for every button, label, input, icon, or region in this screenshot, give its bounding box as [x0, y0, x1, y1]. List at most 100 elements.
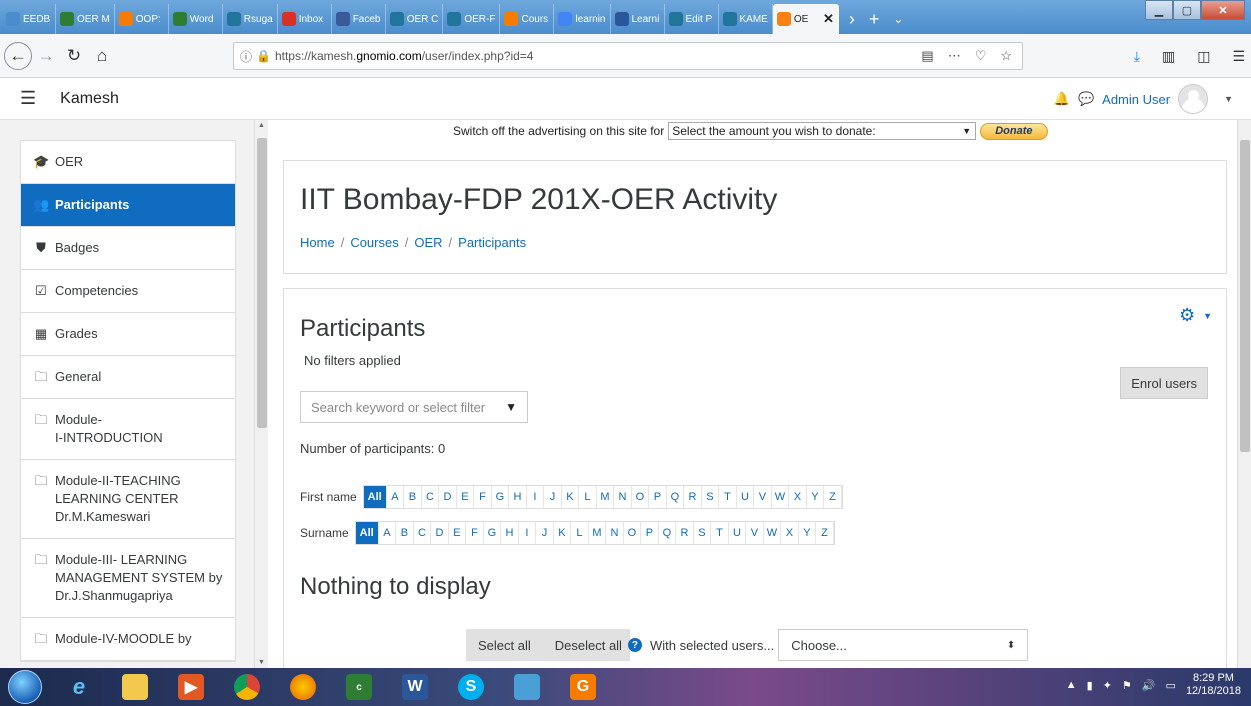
initial-letter[interactable]: D — [431, 522, 449, 544]
browser-tab[interactable]: learnin — [554, 4, 611, 34]
initial-letter[interactable]: J — [544, 486, 562, 508]
initial-letter[interactable]: L — [579, 486, 597, 508]
browser-tab[interactable]: Faceb — [332, 4, 386, 34]
initial-letter[interactable]: Y — [799, 522, 817, 544]
reload-icon[interactable]: ↻ — [60, 42, 88, 70]
sidebar-item[interactable]: ☑ Competencies — [21, 270, 235, 313]
initial-letter[interactable]: H — [509, 486, 527, 508]
breadcrumb-link[interactable]: Home — [300, 235, 335, 250]
sidebar-item[interactable]: 🗀 Module- I-INTRODUCTION — [21, 399, 235, 460]
sidebar-item[interactable]: ▦ Grades — [21, 313, 235, 356]
firefox-icon[interactable] — [278, 671, 328, 703]
minimize-button[interactable]: ▁ — [1145, 0, 1173, 20]
initial-letter[interactable]: O — [632, 486, 650, 508]
initial-letter[interactable]: V — [754, 486, 772, 508]
initial-letter[interactable]: H — [501, 522, 519, 544]
system-clock[interactable]: 8:29 PM 12/18/2018 — [1186, 672, 1241, 698]
initial-all[interactable]: All — [355, 522, 379, 544]
flag-icon[interactable]: ⚑ — [1122, 679, 1132, 692]
sidebar-item[interactable]: 🗀 Module-IV-MOODLE by — [21, 618, 235, 661]
initial-letter[interactable]: L — [571, 522, 589, 544]
skype-icon[interactable]: S — [446, 671, 496, 703]
pdf-reader-icon[interactable]: G — [558, 671, 608, 703]
initial-letter[interactable]: P — [641, 522, 659, 544]
network-icon[interactable]: ▮ — [1087, 679, 1093, 692]
page-actions-icon[interactable]: ⋯ — [948, 48, 961, 64]
browser-tab[interactable]: Word — [169, 4, 223, 34]
chrome-icon[interactable] — [222, 671, 272, 703]
user-menu-name[interactable]: Admin User — [1102, 92, 1170, 107]
initial-letter[interactable]: I — [519, 522, 537, 544]
browser-tab[interactable]: Cours — [500, 4, 555, 34]
initial-letter[interactable]: J — [536, 522, 554, 544]
initial-letter[interactable]: K — [562, 486, 580, 508]
dropbox-icon[interactable]: ✦ — [1103, 679, 1112, 692]
tab-list-chevron-icon[interactable]: ⌄ — [893, 12, 903, 26]
word-icon[interactable]: W — [390, 671, 440, 703]
browser-tab[interactable]: Edit P — [665, 4, 719, 34]
notification-bell-icon[interactable]: 🔔 — [1054, 91, 1070, 107]
codeblocks-icon[interactable]: c — [334, 671, 384, 703]
initial-all[interactable]: All — [363, 486, 387, 508]
initial-letter[interactable]: B — [396, 522, 414, 544]
breadcrumb-link[interactable]: OER — [414, 235, 442, 250]
info-icon[interactable]: ⓘ — [240, 48, 252, 65]
initial-letter[interactable]: S — [702, 486, 720, 508]
browser-tab[interactable]: Rsuga — [223, 4, 278, 34]
sidebar-toggle-icon[interactable]: ◫ — [1197, 48, 1210, 65]
internet-explorer-icon[interactable]: e — [54, 671, 104, 703]
sidebar-item[interactable]: 🗀 Module-II-TEACHING LEARNING CENTER Dr.M… — [21, 460, 235, 539]
messages-icon[interactable]: 💬 — [1078, 91, 1094, 107]
bookmark-star-icon[interactable]: ☆ — [1000, 48, 1012, 64]
browser-tab[interactable]: EEDB — [2, 4, 56, 34]
initial-letter[interactable]: B — [404, 486, 422, 508]
initial-letter[interactable]: Z — [824, 486, 842, 508]
bulk-action-select[interactable]: Choose... ⬍ — [778, 629, 1029, 661]
sidebar-item[interactable]: 👥 Participants — [21, 184, 235, 227]
file-explorer-icon[interactable] — [110, 671, 160, 703]
initial-letter[interactable]: W — [764, 522, 782, 544]
browser-tab[interactable]: OER-F — [443, 4, 501, 34]
scroll-tabs-right-icon[interactable]: › — [849, 9, 855, 30]
volume-icon[interactable]: 🔊 — [1142, 679, 1156, 692]
media-player-icon[interactable]: ▶ — [166, 671, 216, 703]
initial-letter[interactable]: D — [439, 486, 457, 508]
initial-letter[interactable]: T — [719, 486, 737, 508]
initial-letter[interactable]: M — [597, 486, 615, 508]
initial-letter[interactable]: Q — [667, 486, 685, 508]
close-tab-icon[interactable]: ✕ — [823, 11, 834, 27]
site-name[interactable]: Kamesh — [60, 90, 119, 108]
browser-tab[interactable]: Learni — [611, 4, 665, 34]
initial-letter[interactable]: A — [379, 522, 397, 544]
browser-tab[interactable]: OOP: — [115, 4, 169, 34]
action-center-icon[interactable]: ▭ — [1166, 679, 1176, 692]
select-all-button[interactable]: Select all — [466, 629, 543, 661]
show-hidden-icons-icon[interactable]: ▲ — [1066, 679, 1077, 691]
initial-letter[interactable]: U — [737, 486, 755, 508]
enrol-users-button[interactable]: Enrol users — [1120, 367, 1208, 399]
start-button[interactable] — [8, 670, 42, 704]
initial-letter[interactable]: C — [414, 522, 432, 544]
back-icon[interactable]: ← — [4, 41, 32, 70]
new-tab-button[interactable]: + — [869, 9, 880, 30]
initial-letter[interactable]: N — [606, 522, 624, 544]
sidebar-item[interactable]: 🎓 OER — [21, 141, 235, 184]
sidebar-item[interactable]: 🗀 Module-III- LEARNING MANAGEMENT SYSTEM … — [21, 539, 235, 618]
reader-view-icon[interactable]: ▤ — [921, 48, 933, 64]
drawer-toggle-icon[interactable]: ☰ — [20, 88, 36, 109]
initial-letter[interactable]: O — [624, 522, 642, 544]
initial-letter[interactable]: Z — [816, 522, 834, 544]
breadcrumb-link[interactable]: Courses — [350, 235, 398, 250]
forward-icon[interactable]: → — [32, 42, 60, 70]
library-icon[interactable]: ▥ — [1162, 48, 1175, 65]
initial-letter[interactable]: R — [676, 522, 694, 544]
browser-tab[interactable]: OER M — [56, 4, 115, 34]
gear-icon[interactable]: ⚙ — [1179, 305, 1195, 326]
initial-letter[interactable]: N — [614, 486, 632, 508]
download-icon[interactable]: ⤓ — [1134, 48, 1140, 65]
initial-letter[interactable]: X — [781, 522, 799, 544]
browser-tab[interactable]: OE ✕ — [772, 4, 839, 34]
maximize-button[interactable]: ▢ — [1173, 0, 1201, 20]
initial-letter[interactable]: W — [772, 486, 790, 508]
drawer-scrollbar[interactable]: ▲ ▼ — [254, 120, 268, 668]
